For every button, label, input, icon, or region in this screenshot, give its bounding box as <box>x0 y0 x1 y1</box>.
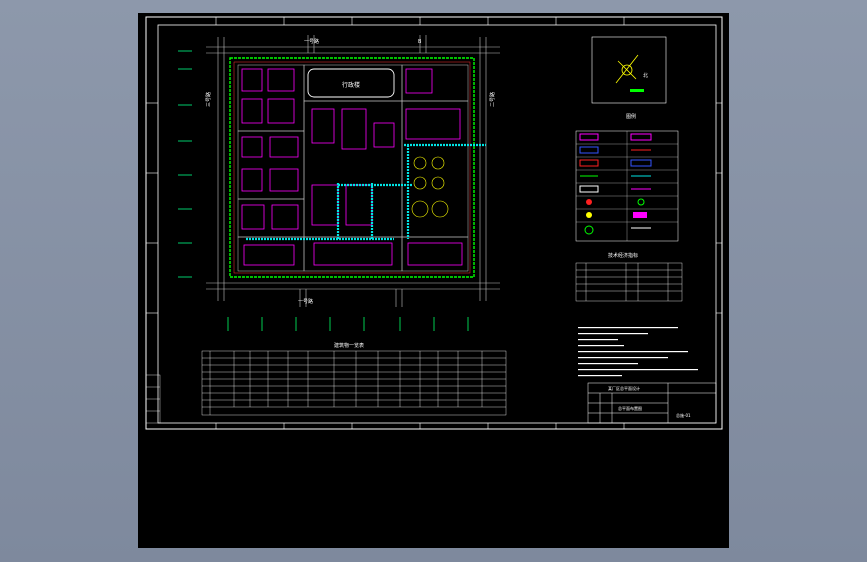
admin-building-label: 行政楼 <box>342 81 360 89</box>
buildings-group <box>241 68 463 266</box>
drawing-number: 总施-01 <box>676 412 691 418</box>
scale-bar <box>630 89 644 92</box>
west-road-label: 三号路 <box>205 92 212 107</box>
left-dimension-marks <box>178 50 192 278</box>
section-markers <box>227 317 469 331</box>
tanks <box>411 156 449 218</box>
north-road-label: 一号路 <box>304 38 319 45</box>
project-name: 某厂区总平面设计 <box>608 385 640 391</box>
road-network <box>206 35 500 307</box>
drawing-sheet: 行政楼 一号路 B 一号路 三号路 二号路 北 图例 技术经济指标 某厂区总平面… <box>145 16 723 430</box>
building-schedule-table <box>201 350 507 416</box>
north-arrow-box <box>591 36 667 104</box>
notes-block <box>578 327 698 377</box>
drawing-name: 总平面布置图 <box>618 405 642 411</box>
north-axis-label: B <box>418 39 422 45</box>
cad-drawing-viewport[interactable]: 行政楼 一号路 B 一号路 三号路 二号路 北 图例 技术经济指标 某厂区总平面… <box>138 13 729 548</box>
east-road-label: 二号路 <box>489 92 496 107</box>
legend-table <box>575 130 679 242</box>
south-road-label: 一号路 <box>298 298 313 305</box>
north-arrow-icon <box>615 54 639 84</box>
tech-table-title: 技术经济指标 <box>608 252 638 259</box>
building-table-title: 建筑物一览表 <box>334 342 364 349</box>
site-boundary <box>229 57 475 278</box>
legend-title: 图例 <box>626 113 636 120</box>
internal-roads <box>237 64 469 272</box>
site-inner-line <box>233 61 471 274</box>
technical-table <box>575 262 683 302</box>
north-caption: 北 <box>643 72 648 79</box>
